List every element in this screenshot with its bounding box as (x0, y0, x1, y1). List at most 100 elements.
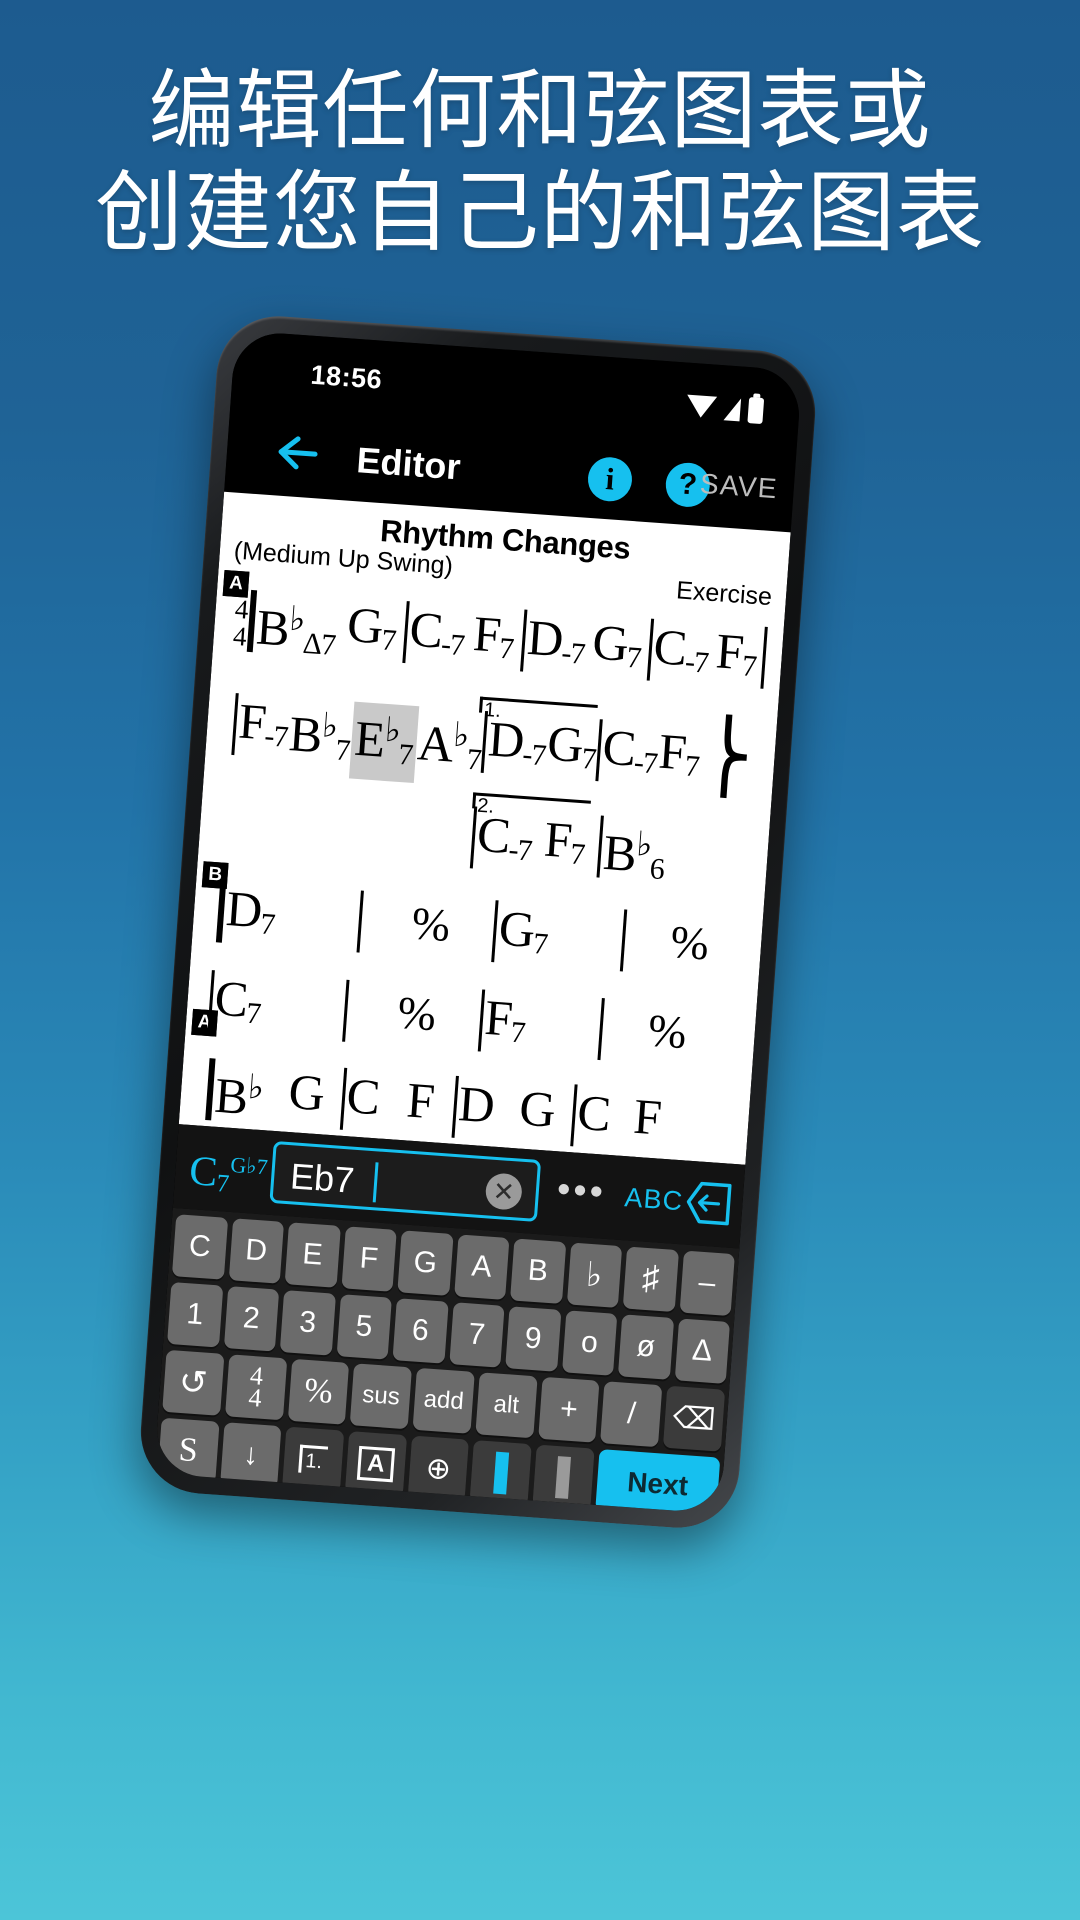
key-g[interactable]: G (397, 1230, 454, 1296)
save-button[interactable]: SAVE (699, 468, 779, 505)
key-b[interactable]: B (510, 1238, 566, 1304)
repeat-measure-symbol[interactable]: % (396, 984, 438, 1045)
repeat-measure-symbol[interactable]: % (669, 913, 711, 974)
plus-hex-icon[interactable] (743, 1181, 796, 1234)
barline (619, 909, 627, 972)
chord-cell[interactable]: G7 (496, 900, 550, 972)
battery-icon (747, 397, 765, 425)
key-6[interactable]: 6 (392, 1298, 449, 1364)
key-minus[interactable]: – (679, 1250, 735, 1317)
chord-cell-selected[interactable]: E♭7 (348, 701, 419, 784)
promo-headline-line1: 编辑任何和弦图表或 (148, 63, 932, 159)
key-2[interactable]: 2 (223, 1286, 280, 1352)
barline-close-key[interactable] (532, 1444, 595, 1511)
barline (596, 998, 605, 1061)
chord-input-value: Eb7 (288, 1155, 356, 1201)
coda-key[interactable]: ↓ (219, 1422, 282, 1489)
phone-body: 18:56 Editor i ? SAVE Rhythm Changes (Me… (136, 312, 820, 1532)
slash-key[interactable]: / (600, 1381, 663, 1448)
repeat-key[interactable]: % (287, 1358, 350, 1425)
key-half-dim[interactable]: ø (617, 1314, 674, 1380)
chord-cell[interactable]: F7 (713, 622, 759, 694)
plus-key[interactable]: + (537, 1376, 600, 1443)
chord-cell[interactable]: D (457, 1075, 496, 1133)
chord-cell[interactable]: F7 (482, 989, 528, 1061)
abc-toggle-button[interactable]: ABC (624, 1182, 685, 1217)
chord-cell[interactable]: C-7 (651, 618, 711, 691)
undo-key[interactable]: ↺ (162, 1349, 225, 1416)
key-c[interactable]: C (171, 1214, 228, 1280)
phone-screen: 18:56 Editor i ? SAVE Rhythm Changes (Me… (153, 330, 803, 1514)
backspace-key[interactable]: ⌫ (663, 1385, 726, 1452)
chord-cell[interactable]: A♭7 (415, 706, 484, 787)
section-letter-glyph: A (357, 1445, 395, 1483)
chord-cell[interactable]: F7 (656, 723, 702, 795)
repeat-label-1: 1. (483, 698, 502, 723)
clear-x-icon[interactable]: ✕ (484, 1172, 524, 1211)
chart-row-1: B♭Δ7 G7 C-7 F7 D-7 G7 C-7 F7 (246, 589, 770, 703)
promo-screenshot: 编辑任何和弦图表或 创建您自己的和弦图表 18:56 Editor i ? SA… (0, 0, 1080, 1920)
next-key[interactable]: Next (595, 1449, 721, 1514)
chord-cell[interactable]: G7 (590, 614, 644, 686)
key-9[interactable]: 9 (505, 1306, 561, 1372)
key-flat[interactable]: ♭ (566, 1242, 623, 1308)
chord-cell[interactable]: B♭7 (286, 697, 353, 778)
repeat-bracket-glyph: 1. (298, 1444, 329, 1475)
chord-cell[interactable]: G7 (345, 596, 399, 668)
chord-cell[interactable]: F (632, 1088, 663, 1146)
key-3[interactable]: 3 (279, 1290, 336, 1356)
chord-cell[interactable]: G7 (545, 715, 599, 787)
chord-cell[interactable]: F-7 (236, 692, 291, 764)
chord-cell[interactable]: B♭Δ7 (254, 591, 339, 674)
repeat-measure-symbol[interactable]: % (410, 894, 452, 955)
key-7[interactable]: 7 (448, 1302, 505, 1368)
key-e[interactable]: E (284, 1222, 341, 1288)
chord-cell[interactable]: F7 (542, 811, 588, 883)
info-icon[interactable]: i (586, 455, 634, 503)
barline-open-key[interactable] (469, 1440, 532, 1507)
chord-cell[interactable]: G (287, 1063, 326, 1121)
arrow-left-hex-icon[interactable] (683, 1177, 736, 1230)
section-letter-key[interactable]: A (344, 1431, 407, 1498)
key-sharp[interactable]: ♯ (622, 1246, 679, 1313)
barline-open-glyph (492, 1451, 509, 1495)
key-a[interactable]: A (453, 1234, 510, 1300)
coda-symbol-key[interactable]: ⊕ (407, 1435, 470, 1502)
repeat-measure-symbol[interactable]: % (646, 1002, 688, 1063)
key-delta[interactable]: Δ (674, 1318, 731, 1384)
chord-cell[interactable]: F7 (471, 605, 517, 677)
add-key[interactable]: add (412, 1367, 475, 1434)
chord-cell[interactable]: B♭ (213, 1059, 265, 1125)
chord-cell[interactable]: F (405, 1071, 436, 1129)
key-d[interactable]: D (228, 1218, 285, 1284)
chord-cell[interactable]: C (576, 1084, 612, 1142)
key-1[interactable]: 1 (167, 1282, 223, 1348)
sus-key[interactable]: sus (350, 1363, 413, 1430)
chord-chart-sheet[interactable]: Rhythm Changes (Medium Up Swing) Exercis… (178, 491, 791, 1165)
chord-cell[interactable]: C-7 (407, 600, 467, 673)
chord-input-field[interactable]: Eb7 ✕ (269, 1140, 542, 1222)
chord-cell[interactable]: C-7 (600, 719, 660, 792)
chord-cell[interactable]: C (345, 1067, 381, 1125)
chord-preview-sub: 7 (215, 1170, 231, 1198)
wifi-icon (685, 394, 718, 419)
chord-cell[interactable]: D-7 (525, 609, 588, 682)
more-options-icon[interactable]: ••• (556, 1168, 608, 1213)
barline (342, 979, 350, 1042)
key-f[interactable]: F (340, 1226, 397, 1292)
chord-preview-root: C (187, 1148, 220, 1196)
chord-cell[interactable]: C-7 (474, 806, 534, 879)
segno-key[interactable]: S (157, 1417, 220, 1484)
back-arrow-icon[interactable] (272, 429, 321, 476)
alt-key[interactable]: alt (475, 1372, 538, 1439)
timesig-key[interactable]: 44 (224, 1354, 287, 1421)
chord-cell[interactable]: G (518, 1080, 557, 1138)
chord-cell[interactable]: C7 (212, 969, 263, 1041)
key-5[interactable]: 5 (336, 1294, 392, 1360)
chord-preview-sup: G♭7 (229, 1151, 269, 1180)
chord-cell[interactable]: B♭6 (601, 816, 668, 897)
promo-headline-line2: 创建您自己的和弦图表 (94, 162, 985, 262)
chord-cell[interactable]: D7 (223, 880, 277, 952)
key-dim-o[interactable]: o (561, 1310, 618, 1376)
repeat-bracket-key[interactable]: 1. (282, 1426, 345, 1493)
